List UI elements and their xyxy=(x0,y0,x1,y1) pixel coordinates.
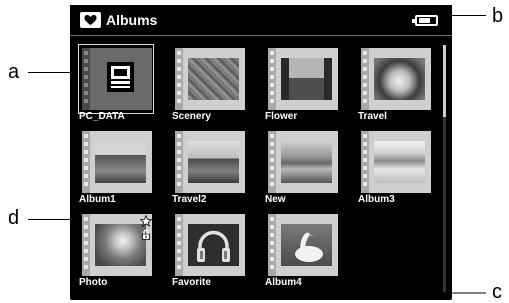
album-tile-album3[interactable]: Album3 xyxy=(353,126,438,208)
album-tile-travel2[interactable]: Travel2 xyxy=(167,126,252,208)
album-frame xyxy=(361,48,431,110)
scrollbar-thumb[interactable] xyxy=(443,45,446,117)
shore-thumbnail xyxy=(281,141,332,183)
scrollbar[interactable] xyxy=(443,45,446,292)
album-label: Flower xyxy=(265,111,298,122)
building-thumbnail xyxy=(95,141,146,183)
album-tile-photo[interactable]: Photo xyxy=(74,209,159,291)
album-label: Photo xyxy=(79,277,108,288)
album-frame xyxy=(82,214,153,276)
album-tile-scenery[interactable]: Scenery xyxy=(167,43,252,125)
landscape-thumbnail xyxy=(188,141,239,183)
albums-icon xyxy=(80,12,101,28)
album-frame xyxy=(268,131,338,193)
album-tile-album4[interactable]: Album4 xyxy=(260,209,345,291)
album-frame xyxy=(268,48,338,110)
beach-thumbnail xyxy=(374,141,425,183)
album-label: Scenery xyxy=(172,111,211,122)
album-label: New xyxy=(265,194,286,205)
page-title: Albums xyxy=(106,12,158,28)
album-tile-flower[interactable]: Flower xyxy=(260,43,345,125)
scenery-thumbnail xyxy=(188,58,239,100)
swan-thumbnail xyxy=(295,232,323,262)
selection-highlight xyxy=(78,44,154,114)
bird-thumbnail xyxy=(374,58,425,100)
album-label: Travel xyxy=(358,111,387,122)
album-label: PC_DATA xyxy=(79,111,125,122)
headphones-icon xyxy=(197,230,230,262)
album-tile-favorite[interactable]: Favorite xyxy=(167,209,252,291)
flower-thumbnail xyxy=(281,58,332,100)
album-tile-pc-data[interactable]: PC_DATA xyxy=(74,43,159,125)
album-frame xyxy=(175,48,245,110)
flowers-thumbnail xyxy=(95,224,146,266)
album-frame xyxy=(175,131,245,193)
album-frame xyxy=(268,214,338,276)
star-icon xyxy=(139,214,153,227)
album-tile-album1[interactable]: Album1 xyxy=(74,126,159,208)
album-tile-travel[interactable]: Travel xyxy=(353,43,438,125)
album-frame xyxy=(175,214,245,276)
album-label: Travel2 xyxy=(172,194,207,205)
lock-icon xyxy=(141,227,151,240)
battery-icon xyxy=(412,15,438,26)
title-bar: Albums xyxy=(70,5,452,36)
album-frame xyxy=(82,131,152,193)
album-frame xyxy=(361,131,431,193)
album-label: Album4 xyxy=(265,277,302,288)
album-label: Album3 xyxy=(358,194,395,205)
album-tile-new[interactable]: New xyxy=(260,126,345,208)
album-label: Album1 xyxy=(79,194,116,205)
album-label: Favorite xyxy=(172,277,211,288)
device-screen: Albums PC_DATA Scenery Flower Travel Alb… xyxy=(70,5,452,300)
